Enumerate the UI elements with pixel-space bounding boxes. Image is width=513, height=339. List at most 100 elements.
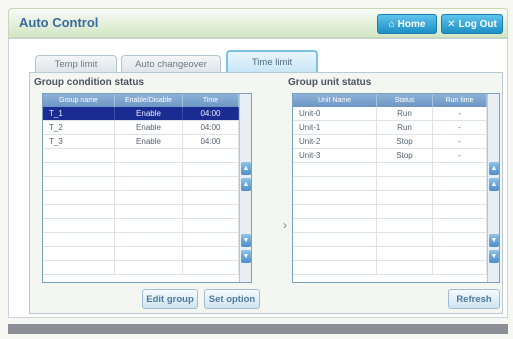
table-cell bbox=[43, 191, 115, 204]
table-cell bbox=[433, 191, 487, 204]
scroll-down-button[interactable]: ▼ bbox=[489, 250, 499, 263]
table-cell bbox=[115, 191, 183, 204]
window-title: Auto Control bbox=[19, 15, 99, 30]
set-option-button[interactable]: Set option bbox=[204, 289, 260, 309]
table-cell bbox=[183, 191, 239, 204]
refresh-button[interactable]: Refresh bbox=[448, 289, 500, 309]
table-cell: - bbox=[433, 135, 487, 148]
table-row[interactable]: Unit-2 Stop - bbox=[293, 135, 487, 149]
table-cell: Enable bbox=[115, 107, 183, 120]
table-cell: Unit-2 bbox=[293, 135, 377, 148]
table-cell: - bbox=[433, 121, 487, 134]
tab-time-limit[interactable]: Time limit bbox=[226, 50, 318, 73]
scroll-up-button[interactable]: ▲ bbox=[489, 162, 499, 175]
home-icon: ⌂ bbox=[388, 18, 395, 30]
scroll-down-button[interactable]: ▼ bbox=[489, 234, 499, 247]
home-button[interactable]: ⌂ Home bbox=[377, 14, 437, 34]
close-icon: ✕ bbox=[447, 18, 456, 30]
table-row[interactable] bbox=[43, 247, 239, 261]
table-row[interactable] bbox=[293, 261, 487, 275]
column-header: Group name bbox=[43, 94, 115, 107]
column-header: Status bbox=[377, 94, 433, 107]
scroll-up-button[interactable]: ▲ bbox=[241, 162, 251, 175]
table-cell bbox=[43, 247, 115, 260]
table-cell: Enable bbox=[115, 121, 183, 134]
table-row[interactable] bbox=[43, 233, 239, 247]
scrollbar[interactable]: ▲ ▲ ▼ ▼ bbox=[239, 94, 251, 282]
table-cell bbox=[433, 205, 487, 218]
table-cell bbox=[43, 219, 115, 232]
home-label: Home bbox=[397, 18, 426, 30]
table-row[interactable]: Unit-0 Run - bbox=[293, 107, 487, 121]
tab-temp-limit[interactable]: Temp limit bbox=[35, 55, 117, 72]
table-header: Group name Enable/Disable Time bbox=[43, 94, 239, 107]
column-header: Time bbox=[183, 94, 239, 107]
table-cell bbox=[293, 219, 377, 232]
group-unit-table: Unit Name Status Run time ▲ ▲ ▼ ▼ Unit-0… bbox=[292, 93, 500, 283]
column-header: Run time bbox=[433, 94, 487, 107]
table-cell bbox=[115, 149, 183, 162]
tab-auto-changeover[interactable]: Auto changeover bbox=[121, 55, 221, 72]
table-cell bbox=[377, 233, 433, 246]
table-row[interactable] bbox=[43, 191, 239, 205]
scroll-up-button[interactable]: ▲ bbox=[489, 178, 499, 191]
table-row[interactable] bbox=[43, 219, 239, 233]
table-cell bbox=[183, 205, 239, 218]
table-cell bbox=[183, 261, 239, 274]
table-cell bbox=[293, 163, 377, 176]
table-cell bbox=[43, 233, 115, 246]
table-cell bbox=[115, 247, 183, 260]
table-cell bbox=[433, 233, 487, 246]
time-limit-content: Group condition status Group name Enable… bbox=[29, 72, 503, 314]
table-cell bbox=[377, 219, 433, 232]
edit-group-button[interactable]: Edit group bbox=[142, 289, 198, 309]
table-row[interactable] bbox=[293, 247, 487, 261]
table-cell: 04:00 bbox=[183, 135, 239, 148]
table-cell bbox=[433, 219, 487, 232]
table-cell bbox=[433, 177, 487, 190]
table-row[interactable]: T_3 Enable 04:00 bbox=[43, 135, 239, 149]
table-cell: T_3 bbox=[43, 135, 115, 148]
table-cell bbox=[183, 177, 239, 190]
table-row[interactable] bbox=[43, 261, 239, 275]
column-header: Enable/Disable bbox=[115, 94, 183, 107]
table-row[interactable] bbox=[293, 177, 487, 191]
main-panel: Temp limit Auto changeover Time limit Gr… bbox=[8, 38, 508, 318]
table-cell: Unit-3 bbox=[293, 149, 377, 162]
table-cell bbox=[115, 177, 183, 190]
table-row[interactable]: Unit-3 Stop - bbox=[293, 149, 487, 163]
table-row[interactable] bbox=[293, 205, 487, 219]
table-row[interactable] bbox=[293, 163, 487, 177]
table-cell bbox=[293, 191, 377, 204]
table-cell bbox=[43, 149, 115, 162]
table-header: Unit Name Status Run time bbox=[293, 94, 487, 107]
table-row[interactable] bbox=[43, 163, 239, 177]
table-row[interactable] bbox=[293, 233, 487, 247]
table-cell bbox=[183, 163, 239, 176]
table-cell: Stop bbox=[377, 149, 433, 162]
group-condition-table: Group name Enable/Disable Time ▲ ▲ ▼ ▼ T… bbox=[42, 93, 252, 283]
table-cell: Run bbox=[377, 107, 433, 120]
table-cell bbox=[115, 163, 183, 176]
chevron-right-icon: › bbox=[283, 218, 287, 232]
table-cell bbox=[183, 233, 239, 246]
table-row[interactable]: T_2 Enable 04:00 bbox=[43, 121, 239, 135]
table-cell bbox=[377, 247, 433, 260]
logout-button[interactable]: ✕ Log Out bbox=[441, 14, 503, 34]
table-row[interactable]: T_1 Enable 04:00 bbox=[43, 107, 239, 121]
table-cell bbox=[183, 149, 239, 162]
title-bar: Auto Control ⌂ Home ✕ Log Out bbox=[8, 8, 508, 38]
table-row[interactable] bbox=[43, 177, 239, 191]
table-cell: 04:00 bbox=[183, 107, 239, 120]
table-row[interactable] bbox=[293, 191, 487, 205]
table-row[interactable] bbox=[43, 205, 239, 219]
table-row[interactable]: Unit-1 Run - bbox=[293, 121, 487, 135]
table-row[interactable] bbox=[293, 219, 487, 233]
scrollbar[interactable]: ▲ ▲ ▼ ▼ bbox=[487, 94, 499, 282]
table-row[interactable] bbox=[43, 149, 239, 163]
scroll-down-button[interactable]: ▼ bbox=[241, 234, 251, 247]
table-cell bbox=[115, 233, 183, 246]
scroll-up-button[interactable]: ▲ bbox=[241, 178, 251, 191]
scroll-down-button[interactable]: ▼ bbox=[241, 250, 251, 263]
table-cell bbox=[115, 261, 183, 274]
